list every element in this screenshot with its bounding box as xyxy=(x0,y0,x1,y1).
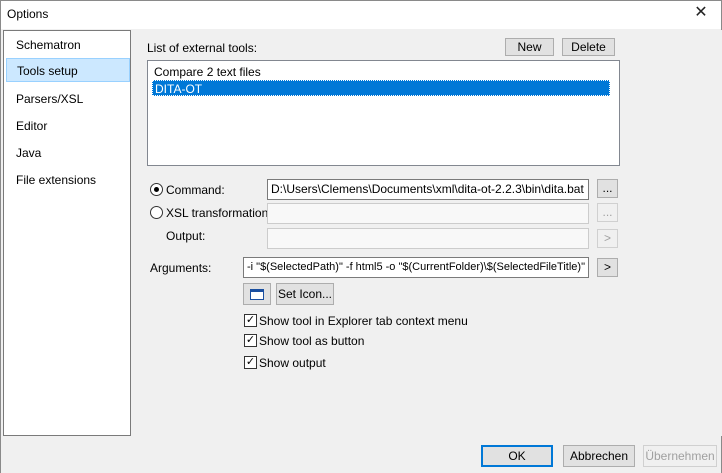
title-bar: Options ✕ xyxy=(1,1,721,29)
output-insert-button[interactable]: > xyxy=(597,229,618,248)
apply-button[interactable]: Übernehmen xyxy=(643,445,717,467)
command-radio[interactable] xyxy=(150,183,163,196)
command-field[interactable]: D:\Users\Clemens\Documents\xml\dita-ot-2… xyxy=(267,179,589,200)
sidebar-item-tools-setup[interactable]: Tools setup xyxy=(6,58,130,82)
xsl-browse-button[interactable]: ... xyxy=(597,203,618,222)
show-output-label: Show output xyxy=(259,356,326,370)
options-dialog: Options ✕ Schematron Tools setup Parsers… xyxy=(0,0,722,473)
xsl-radio[interactable] xyxy=(150,206,163,219)
show-as-button-checkbox[interactable]: ✓ xyxy=(244,334,257,347)
list-item-selected[interactable]: DITA-OT xyxy=(152,80,610,96)
window-icon xyxy=(250,289,264,300)
ok-button[interactable]: OK xyxy=(481,445,553,467)
sidebar-item-editor[interactable]: Editor xyxy=(6,114,130,138)
list-item[interactable]: Compare 2 text files xyxy=(152,64,610,80)
show-output-checkbox[interactable]: ✓ xyxy=(244,356,257,369)
new-tool-button[interactable]: New xyxy=(505,38,554,56)
output-field[interactable] xyxy=(267,228,589,249)
sidebar-item-file-extensions[interactable]: File extensions xyxy=(6,168,130,192)
explorer-context-label: Show tool in Explorer tab context menu xyxy=(259,314,468,328)
set-icon-button[interactable]: Set Icon... xyxy=(276,283,334,305)
options-sidebar: Schematron Tools setup Parsers/XSL Edito… xyxy=(3,30,131,436)
window-title: Options xyxy=(7,7,49,21)
tools-list-label: List of external tools: xyxy=(147,41,258,55)
show-as-button-label: Show tool as button xyxy=(259,334,365,348)
command-browse-button[interactable]: ... xyxy=(597,179,618,198)
sidebar-item-java[interactable]: Java xyxy=(6,141,130,165)
external-tools-list[interactable]: Compare 2 text files DITA-OT xyxy=(147,60,620,166)
delete-tool-button[interactable]: Delete xyxy=(562,38,615,56)
arguments-label: Arguments: xyxy=(150,261,212,275)
arguments-insert-button[interactable]: > xyxy=(597,258,618,277)
xsl-label: XSL transformation: xyxy=(166,206,272,220)
output-label: Output: xyxy=(166,229,206,243)
tool-icon-preview[interactable] xyxy=(243,283,271,305)
close-icon[interactable]: ✕ xyxy=(693,5,709,21)
explorer-context-checkbox[interactable]: ✓ xyxy=(244,314,257,327)
xsl-field[interactable] xyxy=(267,203,589,224)
cancel-button[interactable]: Abbrechen xyxy=(563,445,635,467)
command-label: Command: xyxy=(166,183,225,197)
sidebar-item-schematron[interactable]: Schematron xyxy=(6,33,130,57)
arguments-field[interactable]: -i "$(SelectedPath)" -f html5 -o "$(Curr… xyxy=(243,257,589,278)
sidebar-item-parsers-xsl[interactable]: Parsers/XSL xyxy=(6,87,130,111)
